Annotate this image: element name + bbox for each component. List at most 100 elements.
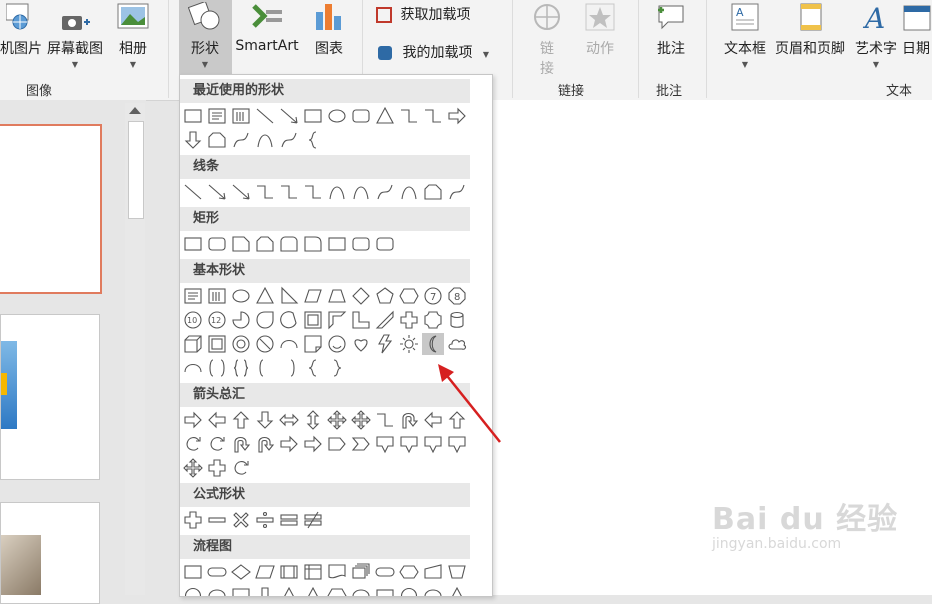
shape-elbow-icon[interactable] (254, 181, 276, 203)
shape-circarr-icon[interactable] (230, 457, 252, 479)
shape-fterm-icon[interactable] (374, 561, 396, 583)
shape-eq-icon[interactable] (278, 509, 300, 531)
shape-hexa-icon[interactable] (326, 585, 348, 596)
shape-moon-icon[interactable] (422, 333, 444, 355)
shape-tri-icon[interactable] (254, 285, 276, 307)
shape-fprep-icon[interactable] (398, 561, 420, 583)
shape-diag-icon[interactable] (374, 309, 396, 331)
shape-arrU-icon[interactable] (230, 409, 252, 431)
shape-snip2-icon[interactable] (422, 181, 444, 203)
shape-brace-icon[interactable] (302, 357, 324, 379)
shape-trap-icon[interactable] (326, 285, 348, 307)
scrollbar-thumb[interactable] (128, 121, 144, 219)
link-button[interactable]: 链 接 (526, 2, 568, 78)
shape-times-icon[interactable] (230, 509, 252, 531)
online-pictures-button[interactable]: 机图片 (0, 2, 42, 58)
shape-snip2-icon[interactable] (206, 129, 228, 151)
shape-snip-icon[interactable] (230, 233, 252, 255)
shape-fpre-icon[interactable] (278, 561, 300, 583)
shape-line-icon[interactable] (182, 181, 204, 203)
shape-uturn-icon[interactable] (398, 409, 420, 431)
shape-fchart1-icon[interactable] (374, 585, 396, 596)
shape-arrL-icon[interactable] (206, 409, 228, 431)
shape-rrect-icon[interactable] (350, 233, 372, 255)
shape-tri-icon[interactable] (446, 585, 468, 596)
shape-bracketR-icon[interactable] (278, 357, 300, 379)
shape-round2-icon[interactable] (278, 233, 300, 255)
shape-fdata-icon[interactable] (254, 561, 276, 583)
shape-textbox-icon[interactable] (206, 105, 228, 127)
shape-braceR-icon[interactable] (326, 357, 348, 379)
shape-fman-icon[interactable] (422, 561, 444, 583)
shape-arrR-icon[interactable] (278, 433, 300, 455)
shape-rect-icon[interactable] (182, 105, 204, 127)
shape-line-icon[interactable] (254, 105, 276, 127)
shape-scurve-icon[interactable] (446, 181, 468, 203)
shape-curve-icon[interactable] (254, 129, 276, 151)
shape-arrD-icon[interactable] (254, 585, 276, 596)
screenshot-button[interactable]: 屏幕截图 ▼ (44, 2, 106, 69)
shape-bolt-icon[interactable] (374, 333, 396, 355)
shape-num7-icon[interactable]: 7 (422, 285, 444, 307)
shape-elbow-icon[interactable] (374, 409, 396, 431)
shape-quad-icon[interactable] (326, 409, 348, 431)
shape-braces-icon[interactable] (230, 357, 252, 379)
my-addins-button[interactable]: 我的加载项 ▼ (378, 42, 498, 62)
shape-brace-icon[interactable] (302, 129, 324, 151)
shape-donut-icon[interactable] (230, 333, 252, 355)
photo-album-button[interactable]: 相册 ▼ (112, 2, 154, 69)
shape-quad-icon[interactable] (350, 409, 372, 431)
shape-rtri-icon[interactable] (278, 285, 300, 307)
shape-smile-icon[interactable] (326, 333, 348, 355)
shape-brackets-icon[interactable] (206, 357, 228, 379)
shape-frame-icon[interactable] (302, 309, 324, 331)
shape-num12-icon[interactable]: 12 (206, 309, 228, 331)
shape-vtext-icon[interactable] (206, 285, 228, 307)
shape-lshape-icon[interactable] (350, 309, 372, 331)
shape-chord-icon[interactable] (278, 309, 300, 331)
shape-arrowline-icon[interactable] (230, 181, 252, 203)
shape-arrR-icon[interactable] (446, 105, 468, 127)
shape-cross-icon[interactable] (206, 457, 228, 479)
shape-fdec-icon[interactable] (230, 561, 252, 583)
shape-curve-icon[interactable] (350, 181, 372, 203)
shape-fdoc-icon[interactable] (230, 585, 252, 596)
shape-chevron-icon[interactable] (350, 433, 372, 455)
shape-cube-icon[interactable] (182, 333, 204, 355)
shape-quad-icon[interactable] (182, 457, 204, 479)
header-footer-button[interactable]: 页眉和页脚 (770, 2, 850, 58)
shape-fmulti-icon[interactable] (350, 561, 372, 583)
shape-oval-icon[interactable] (326, 105, 348, 127)
action-button[interactable]: 动作 (578, 2, 622, 58)
shape-arrD-icon[interactable] (254, 409, 276, 431)
shape-plaque-icon[interactable] (422, 309, 444, 331)
shape-diamond-icon[interactable] (350, 285, 372, 307)
shape-oval-icon[interactable] (422, 585, 444, 596)
shape-fmanop-icon[interactable] (446, 561, 468, 583)
shape-oval-icon[interactable] (350, 585, 372, 596)
shape-penta-icon[interactable] (374, 285, 396, 307)
shape-plus-icon[interactable] (182, 509, 204, 531)
shape-curve-icon[interactable] (326, 181, 348, 203)
shape-circarr-icon[interactable] (206, 433, 228, 455)
shape-textbox-icon[interactable] (182, 285, 204, 307)
shape-rect-icon[interactable] (326, 233, 348, 255)
shape-cloud-icon[interactable] (446, 333, 468, 355)
shape-sun-icon[interactable] (398, 333, 420, 355)
shape-fterm-icon[interactable] (206, 561, 228, 583)
textbox-button[interactable]: A 文本框 ▼ (718, 2, 772, 69)
shape-callout-icon[interactable] (398, 433, 420, 455)
slide-thumbnail-selected[interactable] (0, 124, 102, 294)
shape-uturn-icon[interactable] (230, 433, 252, 455)
scroll-up-arrow-icon[interactable] (129, 107, 141, 114)
shape-arrLR-icon[interactable] (278, 409, 300, 431)
shape-elbow-icon[interactable] (302, 181, 324, 203)
shape-fint-icon[interactable] (302, 561, 324, 583)
date-time-button[interactable]: 日期 (902, 2, 932, 58)
shape-tri-icon[interactable] (302, 585, 324, 596)
shape-arrR-icon[interactable] (182, 409, 204, 431)
shape-rect-icon[interactable] (302, 105, 324, 127)
shape-fchart1-icon[interactable] (182, 561, 204, 583)
shape-minus-icon[interactable] (206, 509, 228, 531)
shape-curve-icon[interactable] (398, 181, 420, 203)
